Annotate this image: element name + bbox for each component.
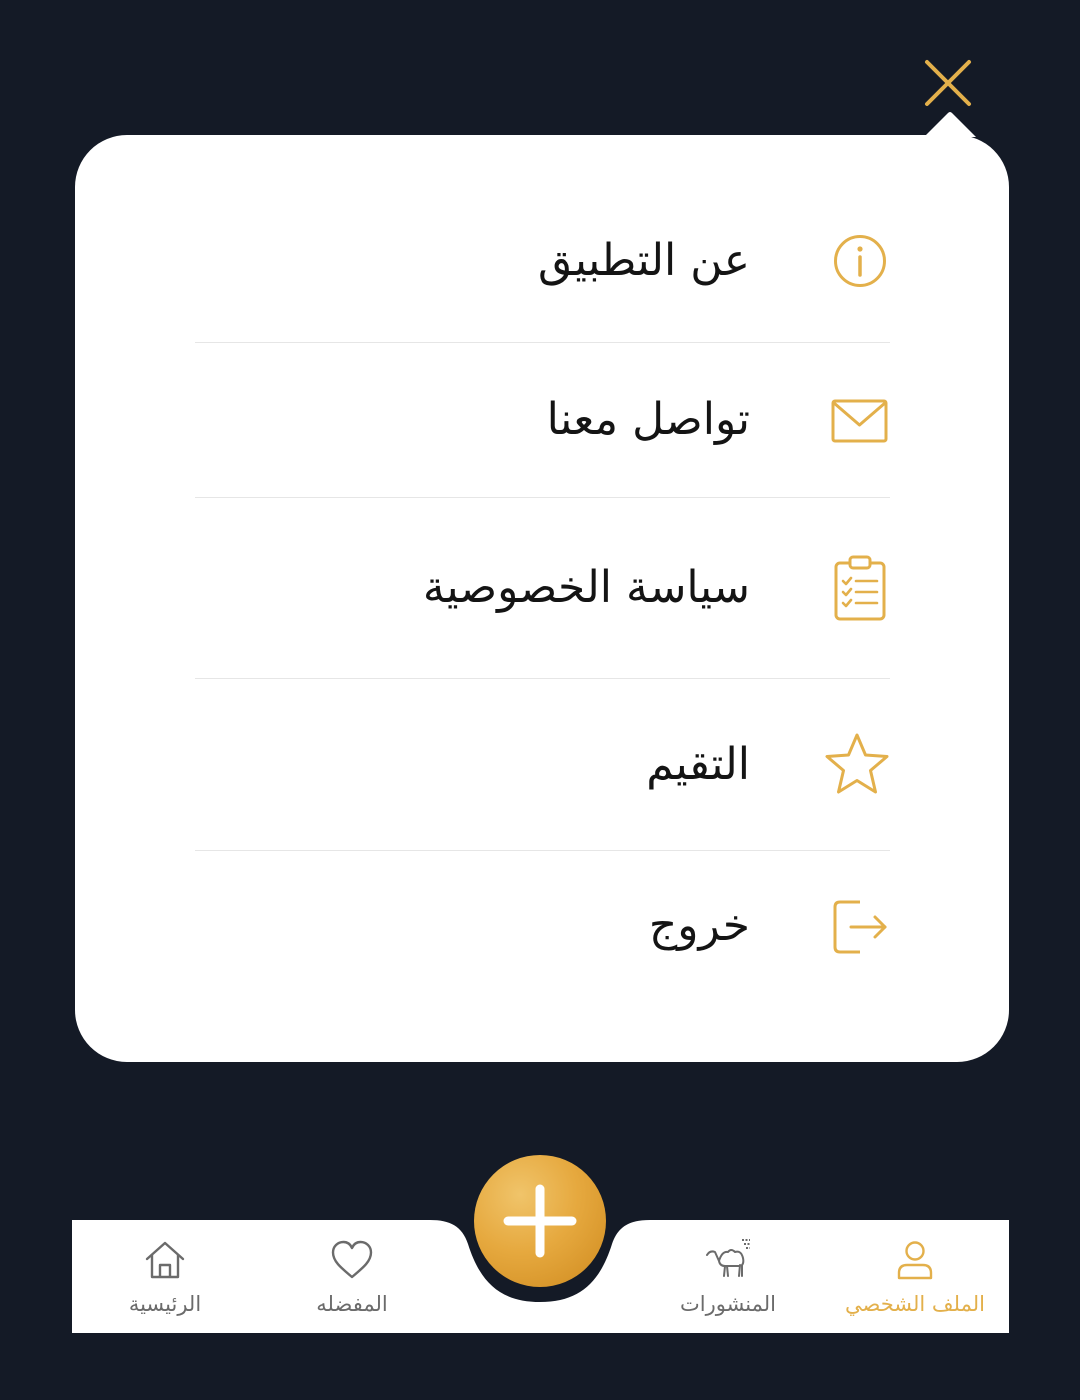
home-icon — [141, 1236, 189, 1284]
nav-item-home[interactable]: الرئيسية — [75, 1220, 255, 1333]
nav-label-favorites: المفضله — [316, 1292, 388, 1316]
heart-icon — [328, 1236, 376, 1284]
camel-icon — [704, 1236, 752, 1284]
menu-item-contact-us[interactable]: تواصل معنا — [195, 343, 890, 498]
close-button[interactable] — [918, 55, 978, 113]
menu-item-label: خروج — [648, 900, 750, 951]
nav-item-favorites[interactable]: المفضله — [262, 1220, 442, 1333]
logout-icon — [830, 891, 890, 961]
nav-label-posts: المنشورات — [679, 1292, 777, 1316]
menu-item-logout[interactable]: خروج — [195, 851, 890, 1001]
menu-item-rate-app[interactable]: التقيم — [195, 679, 890, 851]
menu-item-about[interactable]: عن التطبيق — [195, 180, 890, 343]
menu-item-label: التقيم — [646, 738, 750, 790]
nav-item-profile[interactable]: الملف الشخصي — [825, 1220, 1005, 1333]
menu-item-privacy-policy[interactable]: سياسة الخصوصية — [195, 498, 890, 679]
info-icon — [830, 226, 890, 296]
nav-label-home: الرئيسية — [128, 1292, 202, 1316]
plus-icon — [503, 1184, 577, 1258]
nav-item-posts[interactable]: المنشورات — [638, 1220, 818, 1333]
user-icon — [891, 1236, 939, 1284]
nav-label-profile: الملف الشخصي — [845, 1292, 985, 1316]
close-icon — [925, 60, 971, 106]
mail-icon — [830, 385, 890, 455]
menu-item-label: عن التطبيق — [538, 235, 750, 286]
menu-item-label: تواصل معنا — [546, 394, 750, 445]
add-post-button[interactable] — [474, 1155, 606, 1287]
menu-pointer — [924, 111, 976, 137]
menu-item-label: سياسة الخصوصية — [422, 562, 750, 613]
star-icon — [824, 730, 890, 800]
clipboard-checklist-icon — [830, 553, 890, 623]
